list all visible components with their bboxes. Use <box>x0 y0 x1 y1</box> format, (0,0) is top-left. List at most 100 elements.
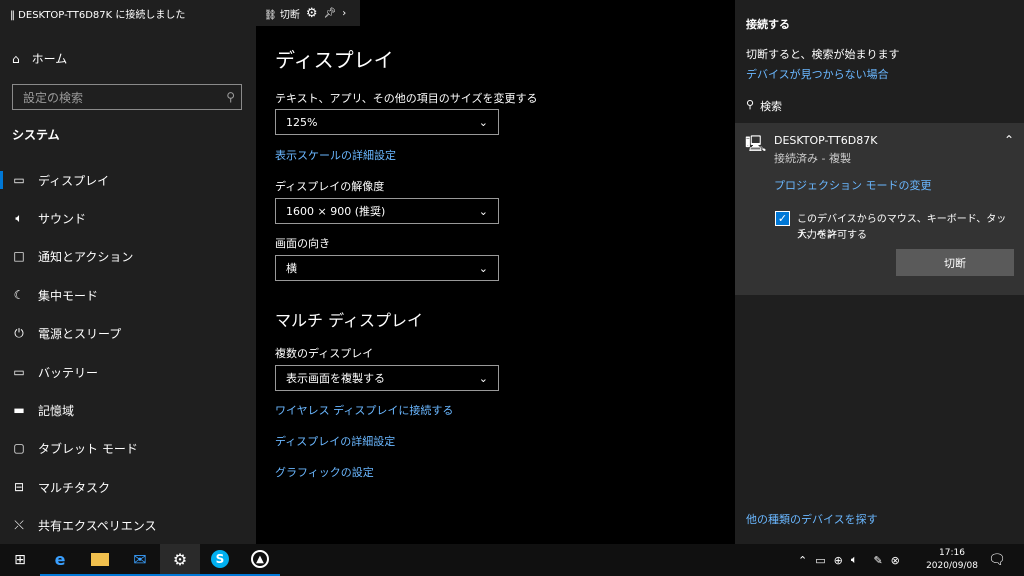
settings-sidebar: ‖ DESKTOP-TT6D87K に接続しました ⌂ ホーム 設定の検索 ⚲ … <box>0 0 256 544</box>
sidebar-item-notifications[interactable]: □ 通知とアクション <box>0 237 256 275</box>
sidebar-item-label: ディスプレイ <box>38 173 110 188</box>
multitask-icon: ⊟ <box>13 480 25 494</box>
clock-date: 2020/09/08 <box>926 561 978 571</box>
start-button[interactable]: ⊞ <box>0 544 40 576</box>
sidebar-item-label: 共有エクスペリエンス <box>38 518 157 533</box>
sidebar-home[interactable]: ⌂ ホーム <box>12 50 67 67</box>
sidebar-item-label: タブレット モード <box>38 441 138 456</box>
sidebar-item-battery[interactable]: ▭ バッテリー <box>0 353 256 391</box>
sidebar-item-label: 電源とスリープ <box>38 326 122 341</box>
allow-input-checkbox[interactable]: ✓ <box>775 211 790 226</box>
chevron-down-icon: ⌄ <box>478 115 488 129</box>
sidebar-item-focus[interactable]: ☾ 集中モード <box>0 276 256 314</box>
edge-taskbar-button[interactable]: e <box>40 544 80 576</box>
sidebar-item-display[interactable]: ▭ ディスプレイ <box>0 161 256 199</box>
edge-icon: e <box>54 549 66 569</box>
remote-app-taskbar-button[interactable]: ▲ <box>240 544 280 576</box>
globe-icon[interactable]: ⊕ <box>834 554 843 567</box>
pen-icon[interactable]: ✎ <box>873 554 882 567</box>
search-icon: ⚲ <box>226 90 235 104</box>
moon-icon: ☾ <box>13 288 25 302</box>
connect-panel: 接続する 切断すると、検索が始まります デバイスが見つからない場合 ⚲ 検索 🖳︎… <box>735 0 1024 544</box>
battery-icon: ▭ <box>13 365 25 379</box>
remote-app-icon: ▲ <box>251 550 269 568</box>
multi-display-label: 複数のディスプレイ <box>275 347 374 360</box>
not-found-link[interactable]: デバイスが見つからない場合 <box>746 66 889 82</box>
orientation-value: 横 <box>286 262 297 275</box>
sidebar-item-tablet[interactable]: ▢ タブレット モード <box>0 429 256 467</box>
resolution-dropdown[interactable]: 1600 × 900 (推奨) ⌄ <box>275 198 499 224</box>
mail-taskbar-button[interactable]: ✉ <box>120 544 160 576</box>
sidebar-item-storage[interactable]: ▬ 記憶域 <box>0 391 256 429</box>
scale-value: 125% <box>286 115 318 129</box>
settings-search-input[interactable]: 設定の検索 ⚲ <box>12 84 242 110</box>
sidebar-item-label: 通知とアクション <box>38 249 134 264</box>
sidebar-item-label: マルチタスク <box>38 480 111 495</box>
wireless-display-link[interactable]: ワイヤレス ディスプレイに接続する <box>275 402 453 418</box>
connection-title: ‖ DESKTOP-TT6D87K に接続しました <box>10 9 186 21</box>
disconnect-toolbar-button[interactable]: ⛓ 切断 <box>264 6 300 21</box>
chevron-down-icon: ⌄ <box>478 204 488 218</box>
storage-icon: ▬ <box>13 403 25 417</box>
clock[interactable]: 17:16 2020/09/08 <box>926 547 978 573</box>
section-title: システム <box>12 128 60 142</box>
advanced-display-link[interactable]: ディスプレイの詳細設定 <box>275 433 395 449</box>
multi-display-title: マルチ ディスプレイ <box>275 311 423 330</box>
chevron-right-icon[interactable]: › <box>342 8 346 19</box>
settings-taskbar-button[interactable]: ⚙ <box>160 544 200 576</box>
battery-icon[interactable]: ▭ <box>815 554 825 567</box>
power-icon: ⏻ <box>14 325 24 340</box>
connect-info: 切断すると、検索が始まります <box>746 48 900 61</box>
gear-icon: ⚙ <box>172 549 188 569</box>
pin-icon[interactable]: 📌︎ <box>324 8 337 19</box>
skype-taskbar-button[interactable]: S <box>200 544 240 576</box>
close-circle-icon[interactable]: ⊗ <box>891 554 900 567</box>
chevron-down-icon: ⌄ <box>478 371 488 385</box>
connection-toolbar: ⛓ 切断 ⚙ 📌︎ › <box>256 0 360 26</box>
multi-display-dropdown[interactable]: 表示画面を複製する ⌄ <box>275 365 499 391</box>
connect-panel-title: 接続する <box>746 18 790 31</box>
monitor-icon: ▭ <box>13 173 25 187</box>
share-icon: ⤬ <box>14 517 24 532</box>
volume-icon[interactable]: 🔈︎ <box>851 553 858 567</box>
device-name: DESKTOP-TT6D87K <box>774 134 878 147</box>
home-label: ホーム <box>31 52 68 66</box>
scale-advanced-link[interactable]: 表示スケールの詳細設定 <box>275 147 396 163</box>
display-settings-page: ディスプレイ テキスト、アプリ、その他の項目のサイズを変更する 125% ⌄ 表示… <box>256 26 735 544</box>
resolution-value: 1600 × 900 (推奨) <box>286 205 386 218</box>
notification-icon: □ <box>13 249 25 263</box>
skype-icon: S <box>211 550 229 568</box>
chevron-up-icon[interactable]: ⌃ <box>798 554 807 567</box>
device-search-label: 検索 <box>760 100 783 113</box>
sidebar-item-power[interactable]: ⏻ 電源とスリープ <box>0 314 256 352</box>
taskbar: ⊞ e ✉ ⚙ S ▲ ⌃ ▭ ⊕ 🔈︎ ✎ ⊗ 17:16 2020/09/0… <box>0 544 1024 576</box>
chevron-up-icon[interactable]: ⌃ <box>1004 133 1014 147</box>
connected-device-card: 🖳︎ DESKTOP-TT6D87K 接続済み - 複製 ⌃ プロジェクション … <box>735 123 1024 295</box>
allow-input-label-2: 入力を許可する <box>797 230 867 241</box>
orientation-label: 画面の向き <box>275 237 330 250</box>
scale-dropdown[interactable]: 125% ⌄ <box>275 109 499 135</box>
mail-icon: ✉ <box>133 549 147 569</box>
sidebar-item-label: 記憶域 <box>38 403 75 418</box>
graphics-settings-link[interactable]: グラフィックの設定 <box>275 464 374 480</box>
sidebar-item-multitask[interactable]: ⊟ マルチタスク <box>0 468 256 506</box>
speaker-icon: 🔈︎ <box>15 210 23 225</box>
clock-time: 17:16 <box>939 548 965 558</box>
sidebar-item-shared[interactable]: ⤬ 共有エクスペリエンス <box>0 506 256 544</box>
action-center-icon[interactable]: 🗨︎ <box>988 552 1006 568</box>
scale-label: テキスト、アプリ、その他の項目のサイズを変更する <box>275 92 538 105</box>
device-status: 接続済み - 複製 <box>774 152 851 165</box>
other-devices-link[interactable]: 他の種類のデバイスを探す <box>746 511 878 527</box>
projection-mode-link[interactable]: プロジェクション モードの変更 <box>774 177 932 193</box>
explorer-taskbar-button[interactable] <box>80 544 120 576</box>
sidebar-item-sound[interactable]: 🔈︎ サウンド <box>0 199 256 237</box>
search-icon: ⚲ <box>746 98 755 111</box>
disconnect-toolbar-label: 切断 <box>279 9 300 21</box>
gear-icon[interactable]: ⚙ <box>306 6 318 21</box>
disconnect-button[interactable]: 切断 <box>896 249 1014 276</box>
device-search[interactable]: ⚲ 検索 <box>746 98 782 114</box>
orientation-dropdown[interactable]: 横 ⌄ <box>275 255 499 281</box>
folder-icon <box>91 552 109 566</box>
search-placeholder: 設定の検索 <box>23 90 84 105</box>
page-title: ディスプレイ <box>275 48 394 72</box>
